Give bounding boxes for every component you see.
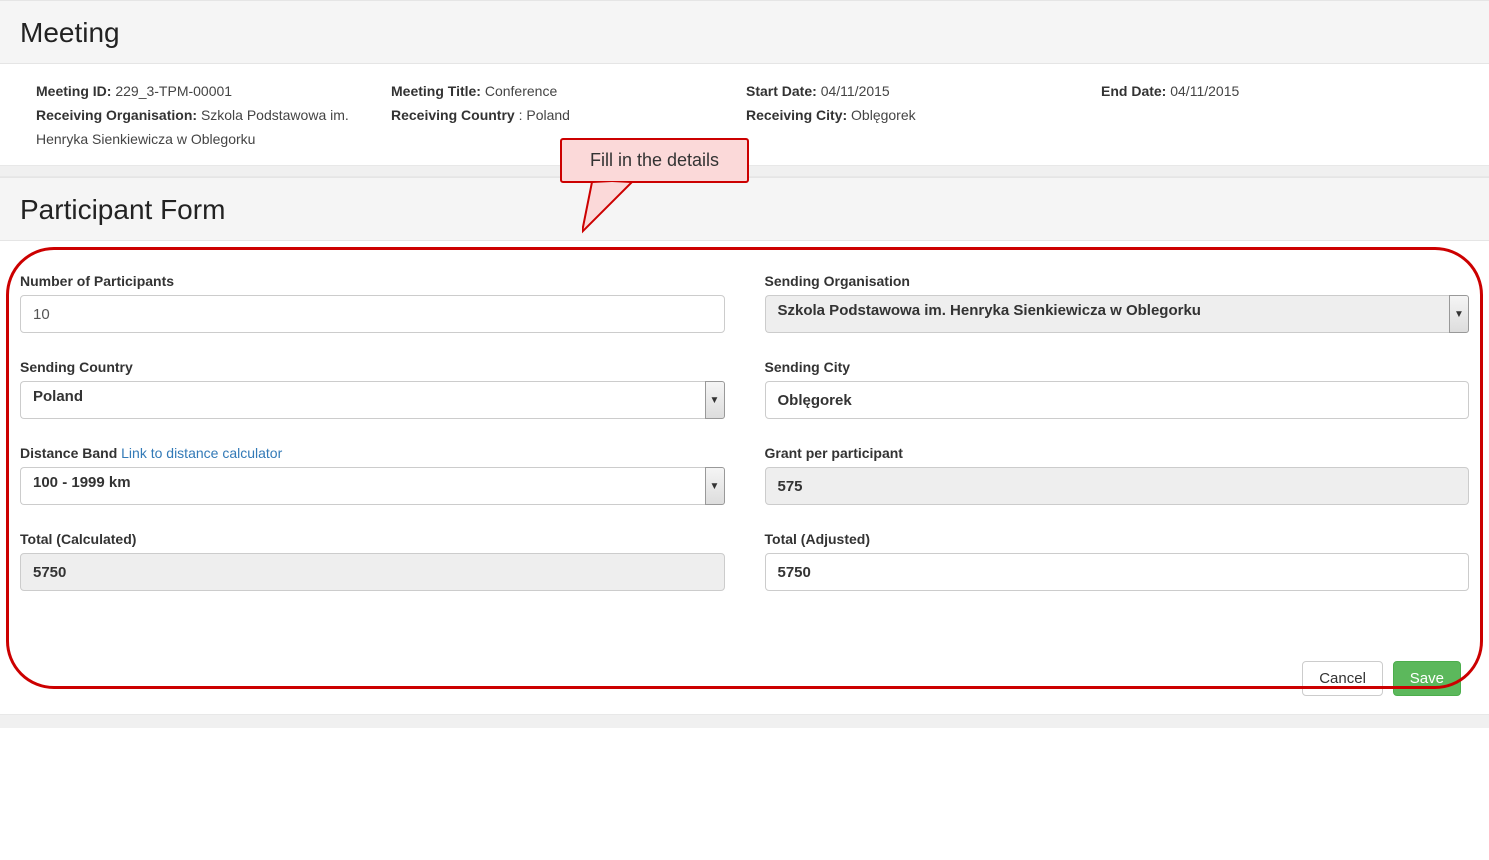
receiving-city-value: Oblęgorek bbox=[851, 107, 916, 123]
meeting-id-value: 229_3-TPM-00001 bbox=[115, 83, 232, 99]
participant-form-area: Number of Participants Sending Organisat… bbox=[0, 241, 1489, 653]
receiving-city-label: Receiving City: bbox=[746, 107, 847, 123]
sending-country-group: Sending Country Poland ▼ bbox=[20, 359, 725, 419]
sending-org-label: Sending Organisation bbox=[765, 273, 1470, 289]
sending-country-label: Sending Country bbox=[20, 359, 725, 375]
sending-country-select[interactable]: Poland bbox=[20, 381, 705, 419]
cancel-button[interactable]: Cancel bbox=[1302, 661, 1383, 696]
meeting-title-value: Conference bbox=[485, 83, 557, 99]
sending-org-select[interactable]: Szkola Podstawowa im. Henryka Sienkiewic… bbox=[765, 295, 1450, 333]
meeting-title-row: Meeting Title: Conference bbox=[391, 80, 726, 104]
participant-header-bar: Participant Form Fill in the details bbox=[0, 177, 1489, 241]
grant-label: Grant per participant bbox=[765, 445, 1470, 461]
end-date-value: 04/11/2015 bbox=[1170, 83, 1239, 99]
receiving-country-row: Receiving Country : Poland bbox=[391, 104, 726, 128]
grant-input bbox=[765, 467, 1470, 505]
end-date-row: End Date: 04/11/2015 bbox=[1101, 80, 1433, 104]
distance-band-select[interactable]: 100 - 1999 km bbox=[20, 467, 705, 505]
meeting-title-label: Meeting Title: bbox=[391, 83, 481, 99]
meeting-id-label: Meeting ID: bbox=[36, 83, 111, 99]
form-footer: Cancel Save bbox=[0, 653, 1489, 714]
start-date-label: Start Date: bbox=[746, 83, 817, 99]
meeting-header-bar: Meeting bbox=[0, 0, 1489, 64]
chevron-down-icon[interactable]: ▼ bbox=[705, 381, 725, 419]
total-adj-group: Total (Adjusted) bbox=[765, 531, 1470, 591]
receiving-org-label: Receiving Organisation: bbox=[36, 107, 197, 123]
receiving-country-label: Receiving Country bbox=[391, 107, 515, 123]
callout-tail-icon bbox=[582, 182, 642, 242]
receiving-city-row: Receiving City: Oblęgorek bbox=[746, 104, 1081, 128]
total-calc-group: Total (Calculated) bbox=[20, 531, 725, 591]
save-button[interactable]: Save bbox=[1393, 661, 1461, 696]
sending-org-group: Sending Organisation Szkola Podstawowa i… bbox=[765, 273, 1470, 333]
total-calc-input bbox=[20, 553, 725, 591]
total-calc-label: Total (Calculated) bbox=[20, 531, 725, 547]
grant-group: Grant per participant bbox=[765, 445, 1470, 505]
page-bottom-bar bbox=[0, 714, 1489, 728]
callout-text: Fill in the details bbox=[560, 138, 749, 183]
start-date-value: 04/11/2015 bbox=[821, 83, 890, 99]
meeting-id-row: Meeting ID: 229_3-TPM-00001 bbox=[36, 80, 371, 104]
start-date-row: Start Date: 04/11/2015 bbox=[746, 80, 1081, 104]
callout-annotation: Fill in the details bbox=[560, 138, 749, 183]
distance-band-label-text: Distance Band bbox=[20, 445, 117, 461]
participants-group: Number of Participants bbox=[20, 273, 725, 333]
sending-city-input[interactable] bbox=[765, 381, 1470, 419]
participant-heading: Participant Form bbox=[20, 194, 1469, 226]
sending-city-label: Sending City bbox=[765, 359, 1470, 375]
chevron-down-icon[interactable]: ▼ bbox=[1449, 295, 1469, 333]
distance-calculator-link[interactable]: Link to distance calculator bbox=[121, 445, 282, 461]
distance-band-label: Distance Band Link to distance calculato… bbox=[20, 445, 725, 461]
chevron-down-icon[interactable]: ▼ bbox=[705, 467, 725, 505]
participants-label: Number of Participants bbox=[20, 273, 725, 289]
receiving-org-row: Receiving Organisation: Szkola Podstawow… bbox=[36, 104, 371, 152]
end-date-label: End Date: bbox=[1101, 83, 1166, 99]
meeting-heading: Meeting bbox=[20, 17, 1469, 49]
total-adj-label: Total (Adjusted) bbox=[765, 531, 1470, 547]
distance-band-group: Distance Band Link to distance calculato… bbox=[20, 445, 725, 505]
total-adj-input[interactable] bbox=[765, 553, 1470, 591]
participants-input[interactable] bbox=[20, 295, 725, 333]
receiving-country-value: : Poland bbox=[519, 107, 570, 123]
sending-city-group: Sending City bbox=[765, 359, 1470, 419]
